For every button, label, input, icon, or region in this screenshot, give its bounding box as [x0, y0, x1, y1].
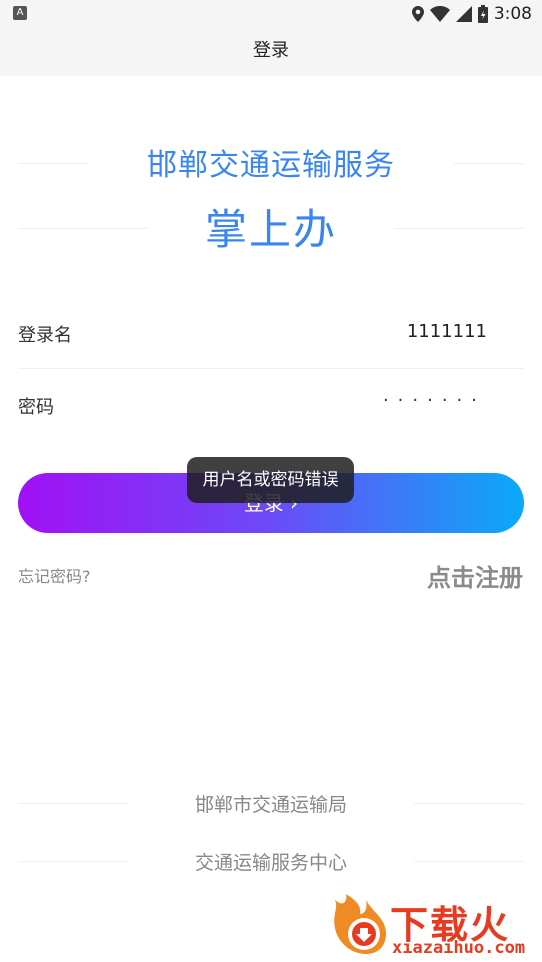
watermark: 下载火 xiazaihuo.com — [322, 892, 537, 960]
status-icons: 3:08 — [411, 4, 532, 24]
footer-center: 交通运输服务中心 — [194, 852, 347, 874]
watermark-url: xiazaihuo.com — [392, 938, 526, 958]
register-link[interactable]: 点击注册 — [427, 558, 523, 593]
password-input[interactable]: ······· — [383, 390, 486, 411]
battery-icon — [477, 5, 488, 23]
username-label: 登录名 — [18, 325, 72, 346]
wifi-icon — [429, 6, 450, 22]
status-bar: A 3:08 — [0, 0, 542, 28]
location-icon — [411, 6, 424, 22]
forgot-password-link[interactable]: 忘记密码? — [18, 563, 91, 587]
username-input[interactable]: 1111111 — [407, 321, 487, 342]
divider — [18, 368, 524, 369]
clock: 3:08 — [493, 4, 532, 24]
brand-title: 掌上办 — [204, 205, 337, 254]
password-label: 密码 — [18, 397, 54, 418]
brand-subtitle: 邯郸交通运输服务 — [147, 148, 395, 183]
footer-org: 邯郸市交通运输局 — [194, 794, 347, 816]
app-notification-icon: A — [13, 6, 27, 20]
signal-icon — [455, 6, 472, 22]
flame-logo-icon — [332, 894, 386, 954]
error-toast: 用户名或密码错误 — [187, 457, 354, 503]
page-title: 登录 — [0, 28, 542, 76]
